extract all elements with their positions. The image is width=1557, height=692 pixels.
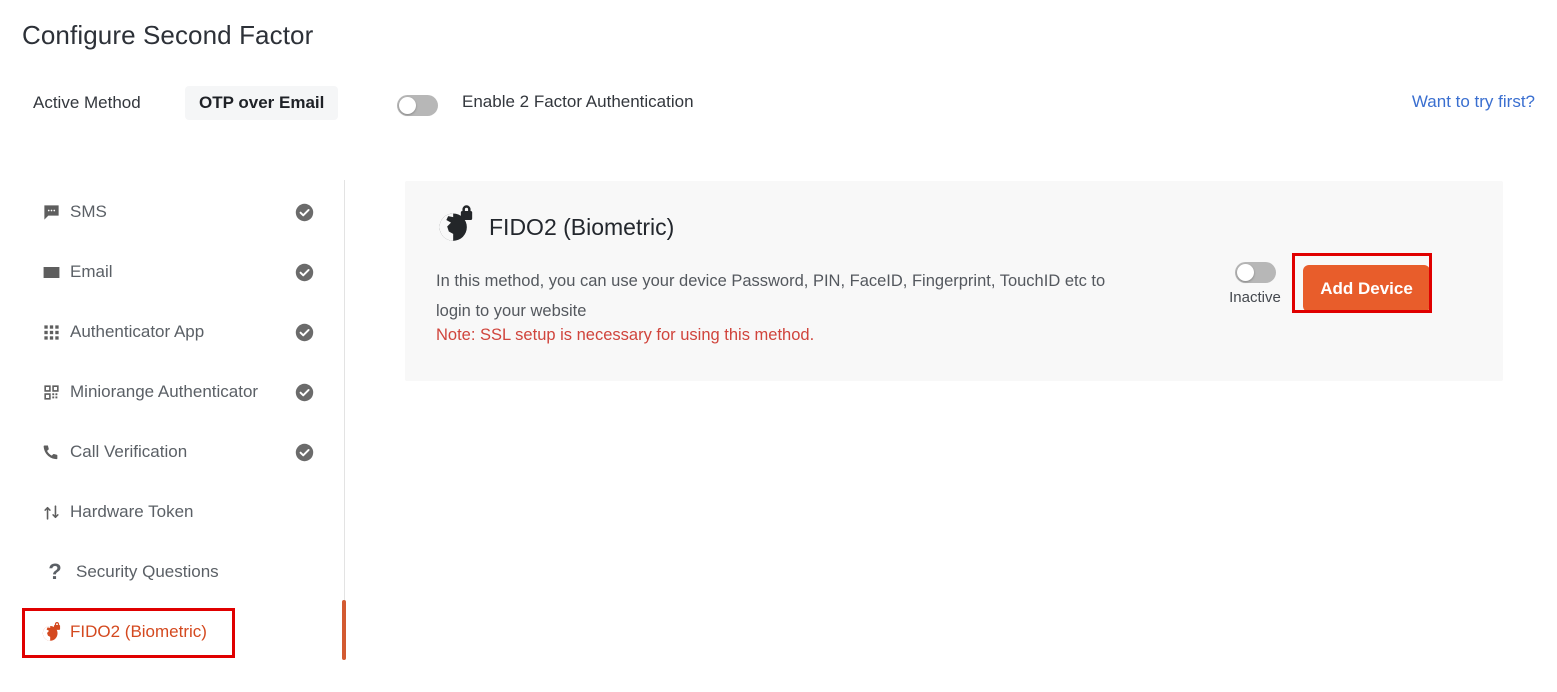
sidebar-item-label: Call Verification [70,442,188,461]
method-sidebar: SMS Email Authenticator App Miniorange A… [0,180,344,680]
card-description: In this method, you can use your device … [436,272,1106,320]
add-device-button[interactable]: Add Device [1303,265,1430,312]
sidebar-item-miniorange-authenticator[interactable]: Miniorange Authenticator [0,372,330,412]
configured-check-icon [295,203,314,222]
globe-lock-icon [436,205,476,250]
fido2-status-toggle-group: Inactive [1220,262,1290,306]
enable-2fa-toggle[interactable] [397,95,438,116]
configured-check-icon [295,263,314,282]
card-title: FIDO2 (Biometric) [489,214,675,240]
sidebar-item-label: Security Questions [76,562,219,581]
header-row: Active Method OTP over Email Enable 2 Fa… [0,86,1557,124]
want-to-try-first-link[interactable]: Want to try first? [1412,92,1535,112]
active-method-value: OTP over Email [185,86,339,120]
phone-icon [40,441,62,463]
sidebar-item-sms[interactable]: SMS [0,192,330,232]
fido2-status-toggle[interactable] [1234,262,1276,283]
configured-check-icon [295,323,314,342]
sidebar-item-label: Miniorange Authenticator [70,382,259,401]
sidebar-item-fido2-biometric[interactable]: FIDO2 (Biometric) [0,612,330,652]
active-method-label: Active Method [33,93,141,112]
fido2-method-card: FIDO2 (Biometric) In this method, you ca… [405,181,1503,381]
chat-bubble-icon [40,201,62,223]
qr-code-icon [40,381,62,403]
configured-check-icon [295,383,314,402]
status-badge: Inactive [1229,289,1281,306]
enable-2fa-label: Enable 2 Factor Authentication [462,92,694,111]
sidebar-item-label: Authenticator App [70,322,205,341]
sidebar-item-label: Hardware Token [70,502,194,521]
toggle-knob [1236,264,1254,281]
sidebar-divider [344,180,345,600]
exchange-arrows-icon [40,501,62,523]
card-header: FIDO2 (Biometric) [436,205,674,250]
sidebar-item-call-verification[interactable]: Call Verification [0,432,330,472]
card-ssl-note: Note: SSL setup is necessary for using t… [436,326,815,344]
dot-grid-icon [40,321,62,343]
toggle-knob [399,97,416,114]
question-mark-icon: ? [48,559,62,584]
envelope-icon [40,261,62,283]
sidebar-item-authenticator-app[interactable]: Authenticator App [0,312,330,352]
globe-lock-icon [40,621,62,643]
sidebar-item-label: Email [70,262,113,281]
sidebar-item-hardware-token[interactable]: Hardware Token [0,492,330,532]
sidebar-item-email[interactable]: Email [0,252,330,292]
sidebar-item-security-questions[interactable]: ? Security Questions [0,552,330,592]
page-title: Configure Second Factor [22,20,314,50]
sidebar-item-label: FIDO2 (Biometric) [70,622,207,641]
configured-check-icon [295,443,314,462]
sidebar-item-label: SMS [70,202,107,221]
